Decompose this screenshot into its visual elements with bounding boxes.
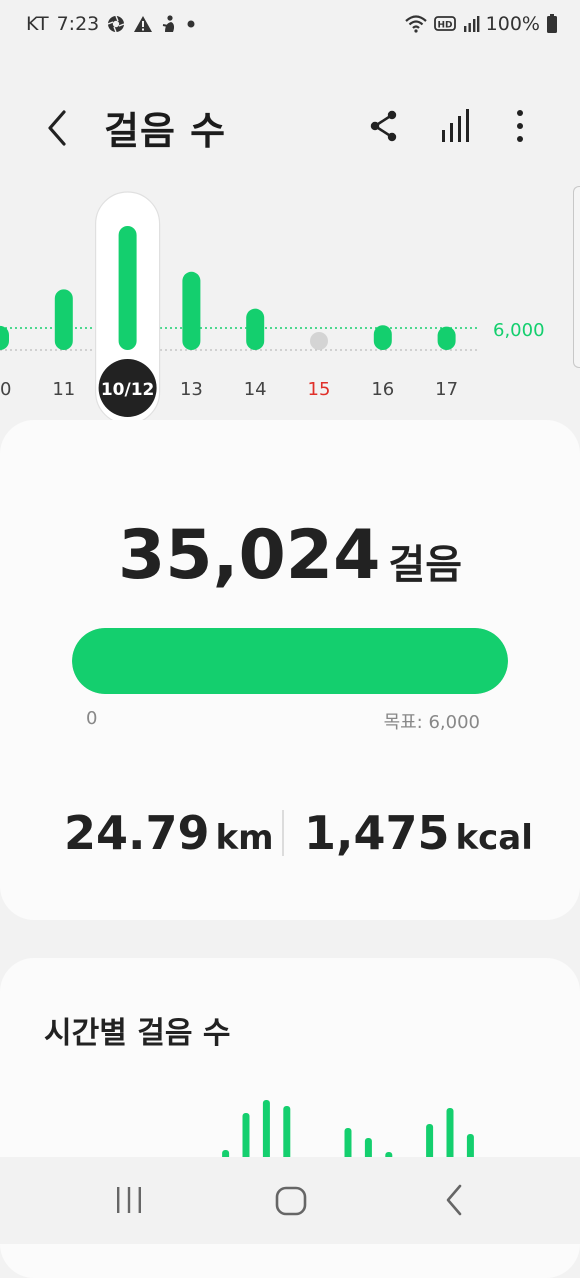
day-label[interactable]: 16: [371, 379, 394, 400]
figure-icon: [163, 15, 175, 32]
day-label[interactable]: 15: [308, 379, 331, 400]
distance-stat: 24.79 km: [64, 806, 274, 860]
calories-value: 1,475: [304, 806, 450, 860]
status-bar-left: KT 7:23: [26, 13, 197, 35]
weekly-steps-chart[interactable]: 10 11 10/12 13 14 15 16 17 6,000: [0, 180, 580, 430]
hd-icon: HD: [433, 16, 456, 31]
navigation-bar: [0, 1157, 580, 1244]
steps-unit: 걸음: [388, 542, 462, 588]
activity-stats: 24.79 km 1,475 kcal: [0, 806, 580, 866]
day-no-data-dot[interactable]: [310, 332, 328, 350]
day-bar[interactable]: [182, 271, 201, 350]
carrier-label: KT: [26, 13, 49, 35]
progress-goal-label: 목표: 6,000: [383, 712, 480, 733]
chevron-left-icon[interactable]: [42, 108, 72, 148]
camera-shutter-icon: [108, 15, 125, 33]
share-icon[interactable]: [368, 108, 400, 144]
wifi-icon: [404, 15, 427, 33]
distance-value: 24.79: [64, 806, 210, 860]
svg-text:HD: HD: [437, 21, 452, 31]
day-label[interactable]: 10: [0, 379, 11, 400]
warning-icon: [134, 16, 153, 32]
app-bar: 걸음 수: [0, 90, 580, 170]
scroll-handle[interactable]: [573, 186, 580, 368]
goal-progress-bar: [72, 628, 508, 694]
progress-min-label: 0: [86, 708, 98, 729]
day-label[interactable]: 13: [180, 379, 203, 400]
calories-stat: 1,475 kcal: [304, 806, 533, 860]
day-label[interactable]: 17: [435, 379, 458, 400]
battery-icon: [547, 14, 557, 33]
page-title: 걸음 수: [104, 109, 227, 153]
steps-total: 35,024 걸음: [0, 516, 580, 595]
distance-unit: km: [215, 818, 274, 858]
status-bar-right: HD 100%: [404, 13, 558, 35]
bar-chart-icon[interactable]: [440, 108, 472, 144]
day-label[interactable]: 11: [52, 379, 75, 400]
calories-unit: kcal: [455, 818, 533, 858]
steps-count: 35,024: [117, 516, 381, 595]
back-icon[interactable]: [440, 1183, 470, 1219]
day-bar[interactable]: [437, 326, 456, 350]
day-label[interactable]: 14: [244, 379, 267, 400]
hourly-steps-title: 시간별 걸음 수: [44, 1016, 231, 1051]
day-bar[interactable]: [373, 325, 392, 350]
day-bar[interactable]: [118, 226, 137, 350]
status-bar: KT 7:23 HD 100%: [0, 0, 580, 52]
day-bar[interactable]: [54, 289, 73, 350]
goal-progress-fill: [72, 628, 508, 694]
dot-icon: [187, 20, 195, 28]
goal-line-label: 6,000: [493, 320, 545, 341]
clock: 7:23: [56, 13, 100, 35]
home-icon[interactable]: [274, 1183, 308, 1219]
stats-divider: [282, 810, 284, 856]
battery-percent: 100%: [485, 13, 540, 35]
signal-icon: [463, 16, 480, 32]
day-label[interactable]: 10/12: [101, 380, 155, 400]
summary-card: 35,024 걸음 0 목표: 6,000 24.79 km 1,475 kcal: [0, 420, 580, 920]
recents-icon[interactable]: [114, 1183, 144, 1219]
day-bar[interactable]: [0, 325, 9, 350]
more-vert-icon[interactable]: [508, 108, 532, 144]
day-bar[interactable]: [246, 308, 265, 350]
